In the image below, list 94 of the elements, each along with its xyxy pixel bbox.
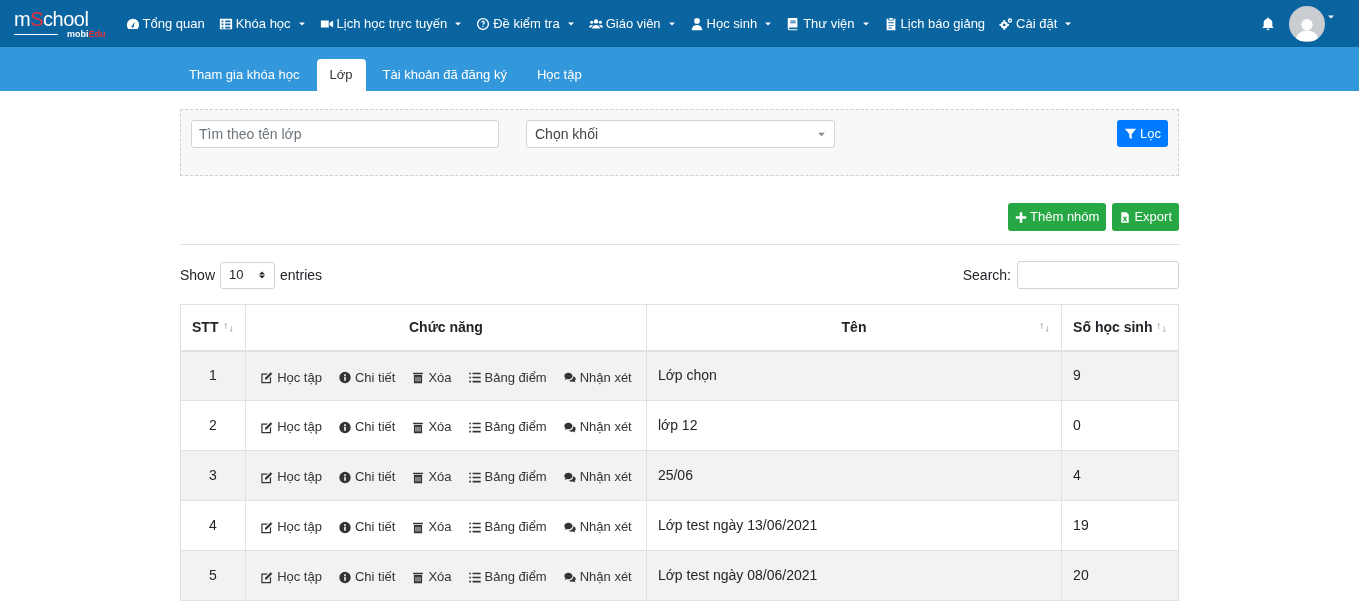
comments-icon bbox=[562, 420, 577, 434]
trash-icon bbox=[411, 370, 426, 384]
row-action-link[interactable]: Học tập bbox=[260, 567, 322, 587]
nav-menu-item[interactable]: Giáo viên bbox=[588, 13, 676, 34]
row-action-link[interactable]: Chi tiết bbox=[337, 467, 396, 487]
list-icon bbox=[467, 370, 482, 384]
row-action-link[interactable]: Xóa bbox=[411, 567, 452, 587]
table-cell: 9 bbox=[1061, 350, 1179, 401]
row-action-link[interactable]: Chi tiết bbox=[337, 367, 396, 387]
row-action-link[interactable]: Học tập bbox=[260, 517, 322, 537]
table-cell: 4 bbox=[1061, 450, 1179, 501]
table-cell: Lớp test ngày 13/06/2021 bbox=[646, 500, 1062, 551]
filter-icon bbox=[1124, 127, 1138, 140]
search-field[interactable]: Tìm theo tên lớp bbox=[191, 120, 499, 148]
comments-icon bbox=[562, 520, 577, 534]
list-icon bbox=[467, 520, 482, 534]
list-icon bbox=[467, 470, 482, 484]
row-action-link[interactable]: Chi tiết bbox=[337, 567, 396, 587]
table-cell: 0 bbox=[1061, 400, 1179, 451]
table-cell: 4 bbox=[180, 500, 246, 551]
plus-icon bbox=[1015, 210, 1028, 224]
up-down-caret-icon bbox=[258, 269, 267, 281]
row-action-link[interactable]: Bảng điểm bbox=[467, 567, 547, 587]
logo[interactable]: mSchool mobiEdu bbox=[14, 8, 110, 39]
column-header[interactable]: Số học sinh bbox=[1061, 304, 1179, 351]
row-action-link[interactable]: Nhận xét bbox=[562, 467, 632, 487]
table-cell: 2 bbox=[180, 400, 246, 451]
nav-menu-item[interactable]: Khóa học bbox=[218, 13, 306, 34]
row-action-link[interactable]: Nhận xét bbox=[562, 567, 632, 587]
row-action-link[interactable]: Nhận xét bbox=[562, 367, 632, 387]
row-action-link[interactable]: Xóa bbox=[411, 367, 452, 387]
entries-label: entries bbox=[280, 265, 323, 285]
avatar[interactable] bbox=[1289, 5, 1325, 42]
table-cell: 19 bbox=[1061, 500, 1179, 551]
row-action-link[interactable]: Bảng điểm bbox=[467, 517, 547, 537]
nav-menu-item[interactable]: Cài đặt bbox=[999, 13, 1073, 34]
comments-icon bbox=[562, 570, 577, 584]
table-cell: Lớp chọn bbox=[646, 350, 1062, 401]
trash-icon bbox=[411, 570, 426, 584]
table-cell: 25/06 bbox=[646, 450, 1062, 501]
bell-icon bbox=[1261, 16, 1275, 31]
table-cell: 5 bbox=[180, 550, 246, 601]
column-header[interactable]: Tên bbox=[646, 304, 1062, 351]
gauge-icon bbox=[125, 16, 140, 31]
nav-menu-item[interactable]: Tổng quan bbox=[125, 13, 205, 34]
trash-icon bbox=[411, 420, 426, 434]
nav-menu-item[interactable]: Lịch báo giảng bbox=[883, 13, 986, 34]
nav-menu-item[interactable]: Lịch học trực tuyến bbox=[319, 13, 463, 34]
row-action-link[interactable]: Chi tiết bbox=[337, 517, 396, 537]
row-action-link[interactable]: Xóa bbox=[411, 467, 452, 487]
nav-menu-item[interactable]: Đề kiểm tra bbox=[476, 13, 575, 34]
table-cell: 3 bbox=[180, 450, 246, 501]
table-cell: 20 bbox=[1061, 550, 1179, 601]
table-cell: Lớp test ngày 08/06/2021 bbox=[646, 550, 1062, 601]
list-icon bbox=[467, 420, 482, 434]
list-icon bbox=[467, 570, 482, 584]
row-action-link[interactable]: Bảng điểm bbox=[467, 367, 547, 387]
row-action-link[interactable]: Bảng điểm bbox=[467, 467, 547, 487]
row-action-link[interactable]: Bảng điểm bbox=[467, 417, 547, 437]
row-action-link[interactable]: Học tập bbox=[260, 417, 322, 437]
comments-icon bbox=[562, 470, 577, 484]
user-icon bbox=[689, 16, 704, 31]
nav-menu-item[interactable]: Học sinh bbox=[689, 13, 773, 34]
table-cell: lớp 12 bbox=[646, 400, 1062, 451]
search-input[interactable] bbox=[1017, 261, 1179, 289]
show-label: Show bbox=[180, 265, 216, 285]
row-action-link[interactable]: Chi tiết bbox=[337, 417, 396, 437]
row-action-link[interactable]: Học tập bbox=[260, 467, 322, 487]
tab[interactable]: Lớp bbox=[316, 59, 366, 91]
list-icon bbox=[218, 16, 233, 31]
search-label: Search: bbox=[962, 265, 1011, 285]
column-header[interactable]: STT bbox=[180, 304, 246, 351]
edit-icon bbox=[260, 420, 275, 434]
entries-dropdown[interactable]: 10 bbox=[220, 261, 276, 289]
gears-icon bbox=[999, 16, 1014, 31]
comments-icon bbox=[562, 370, 577, 384]
edit-icon bbox=[260, 470, 275, 484]
users-icon bbox=[588, 16, 603, 31]
edit-icon bbox=[260, 520, 275, 534]
excel-file-icon bbox=[1119, 210, 1132, 224]
filter-button[interactable]: Lọc bbox=[1117, 120, 1168, 147]
row-action-link[interactable]: Học tập bbox=[260, 367, 322, 387]
edit-icon bbox=[260, 570, 275, 584]
table-cell: 1 bbox=[180, 350, 246, 401]
column-header[interactable]: Chức năng bbox=[245, 304, 647, 351]
row-action-link[interactable]: Nhận xét bbox=[562, 417, 632, 437]
trash-icon bbox=[411, 470, 426, 484]
edit-icon bbox=[260, 370, 275, 384]
trash-icon bbox=[411, 520, 426, 534]
row-action-link[interactable]: Xóa bbox=[411, 517, 452, 537]
row-action-link[interactable]: Xóa bbox=[411, 417, 452, 437]
nav-menu-item[interactable]: Thư viện bbox=[786, 13, 870, 34]
grade-dropdown[interactable]: Chọn khối bbox=[526, 120, 835, 148]
row-action-link[interactable]: Nhận xét bbox=[562, 517, 632, 537]
